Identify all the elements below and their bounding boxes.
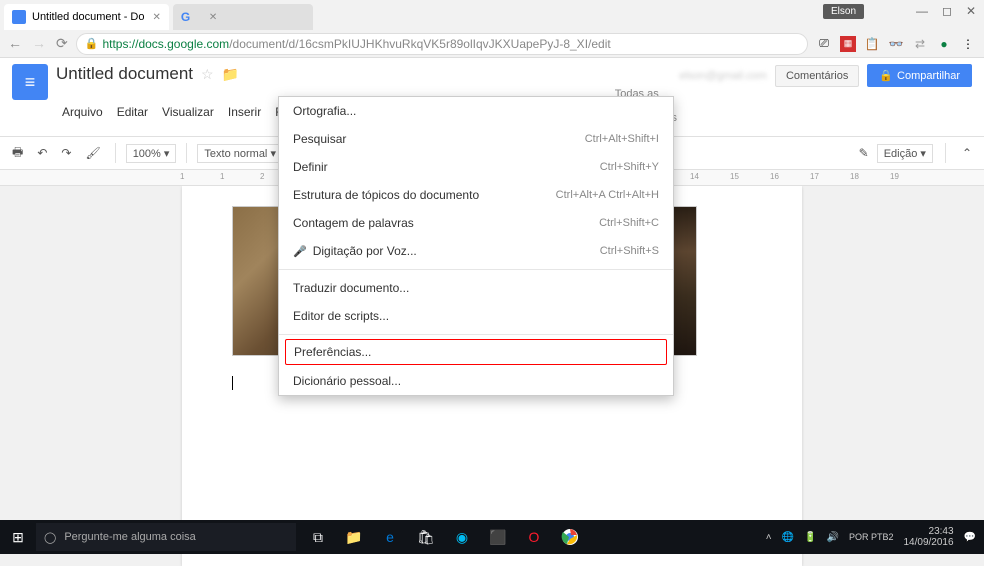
url-protocol: https [102, 37, 128, 51]
url-host: ://docs.google.com [128, 37, 229, 51]
opera-icon[interactable]: O [518, 523, 550, 551]
start-button[interactable]: ⊞ [0, 529, 36, 546]
maximize-icon[interactable]: ◻ [942, 4, 952, 18]
tray-clock[interactable]: 23:43 14/09/2016 [903, 526, 953, 548]
close-window-icon[interactable]: ✕ [966, 4, 976, 18]
star-icon[interactable]: ☆ [201, 66, 214, 83]
tray-chevron-icon[interactable]: ˄ [766, 532, 772, 543]
store-icon[interactable]: 🛍 [410, 523, 442, 551]
extension-icons: ⎚ ▦ 📋 👓 ⇄ ● ⋮ [816, 36, 976, 52]
close-icon[interactable]: ✕ [153, 12, 161, 23]
text-cursor [232, 376, 233, 390]
app-icon[interactable]: ◉ [446, 523, 478, 551]
ext-icon[interactable]: ● [936, 36, 952, 52]
cortana-icon: ◯ [44, 531, 56, 544]
action-center-icon[interactable]: 💬 [964, 532, 976, 543]
tray-lang[interactable]: POR PTB2 [849, 532, 894, 542]
dd-preferencias[interactable]: Preferências... [285, 339, 667, 365]
dropdown-separator [279, 269, 673, 270]
back-icon[interactable]: ← [8, 35, 22, 52]
share-button[interactable]: 🔒 Compartilhar [867, 64, 972, 87]
document-title[interactable]: Untitled document [56, 64, 193, 84]
microphone-icon: 🎤 [293, 245, 307, 258]
user-email: elson@gmail.com [679, 70, 767, 82]
menu-editar[interactable]: Editar [111, 102, 154, 122]
menu-visualizar[interactable]: Visualizar [156, 102, 220, 122]
pencil-icon: ✎ [859, 146, 869, 160]
zoom-select[interactable]: 100% ▾ [126, 144, 177, 163]
undo-icon[interactable]: ↶ [33, 144, 51, 162]
style-select[interactable]: Texto normal ▾ [197, 144, 283, 163]
tray-battery-icon[interactable]: 🔋 [804, 532, 816, 543]
docs-favicon [12, 10, 26, 24]
cast-icon[interactable]: ⎚ [816, 36, 832, 52]
lock-icon: 🔒 [879, 69, 893, 82]
dd-digitacao[interactable]: 🎤Digitação por Voz... Ctrl+Shift+S [279, 237, 673, 265]
ext-icon[interactable]: 👓 [888, 36, 904, 52]
dd-contagem[interactable]: Contagem de palavrasCtrl+Shift+C [279, 209, 673, 237]
reload-icon[interactable]: ⟳ [56, 35, 68, 52]
search-placeholder: Pergunte-me alguma coisa [64, 531, 195, 543]
dd-editor-scripts[interactable]: Editor de scripts... [279, 302, 673, 330]
print-icon[interactable]: 🖶 [8, 141, 27, 166]
tray-network-icon[interactable]: 🌐 [782, 532, 794, 543]
dd-estrutura[interactable]: Estrutura de tópicos do documentoCtrl+Al… [279, 181, 673, 209]
browser-tab-strip: Untitled document - Do ✕ G ✕ Elson — ◻ ✕ [0, 0, 984, 30]
forward-icon[interactable]: → [32, 35, 46, 52]
dd-traduzir[interactable]: Traduzir documento... [279, 274, 673, 302]
dd-ortografia[interactable]: Ortografia... [279, 97, 673, 125]
task-view-icon[interactable]: ⧉ [302, 523, 334, 551]
address-bar: ← → ⟳ 🔒 https ://docs.google.com /docume… [0, 30, 984, 58]
dropdown-separator [279, 334, 673, 335]
dd-definir[interactable]: DefinirCtrl+Shift+Y [279, 153, 673, 181]
edge-icon[interactable]: e [374, 523, 406, 551]
minimize-icon[interactable]: — [916, 4, 928, 18]
google-favicon: G [181, 10, 195, 24]
comments-button[interactable]: Comentários [775, 65, 859, 87]
tab-title: Untitled document - Do [32, 11, 145, 23]
tray-volume-icon[interactable]: 🔊 [827, 532, 839, 543]
menu-inserir[interactable]: Inserir [222, 102, 267, 122]
chrome-profile-badge[interactable]: Elson [823, 4, 864, 19]
docs-logo-icon[interactable]: ≡ [12, 64, 48, 100]
menu-icon[interactable]: ⋮ [960, 36, 976, 52]
window-controls: — ◻ ✕ [916, 4, 976, 18]
explorer-icon[interactable]: 📁 [338, 523, 370, 551]
ferramentas-dropdown: Ortografia... PesquisarCtrl+Alt+Shift+I … [278, 96, 674, 396]
paint-format-icon[interactable]: 🖌 [81, 144, 104, 162]
app-icon[interactable]: ⬛ [482, 523, 514, 551]
chrome-icon[interactable] [554, 523, 586, 551]
shuffle-icon[interactable]: ⇄ [912, 36, 928, 52]
dd-dicionario[interactable]: Dicionário pessoal... [279, 367, 673, 395]
close-icon[interactable]: ✕ [209, 12, 217, 23]
lock-icon: 🔒 [85, 37, 99, 50]
chevron-up-icon[interactable]: ⌃ [958, 144, 976, 162]
menu-arquivo[interactable]: Arquivo [56, 102, 109, 122]
windows-taskbar: ⊞ ◯ Pergunte-me alguma coisa ⧉ 📁 e 🛍 ◉ ⬛… [0, 520, 984, 554]
edit-mode-select[interactable]: Edição ▾ [877, 144, 933, 163]
ext-icon[interactable]: 📋 [864, 36, 880, 52]
url-path: /document/d/16csmPkIUJHKhvuRkqVK5r89olIq… [229, 37, 611, 51]
cortana-search[interactable]: ◯ Pergunte-me alguma coisa [36, 523, 296, 551]
browser-tab-active[interactable]: Untitled document - Do ✕ [4, 4, 169, 30]
ext-icon[interactable]: ▦ [840, 36, 856, 52]
dd-pesquisar[interactable]: PesquisarCtrl+Alt+Shift+I [279, 125, 673, 153]
redo-icon[interactable]: ↷ [57, 144, 75, 162]
url-input[interactable]: 🔒 https ://docs.google.com /document/d/1… [76, 33, 808, 55]
browser-tab-inactive[interactable]: G ✕ [173, 4, 313, 30]
share-label: Compartilhar [897, 70, 960, 82]
folder-icon[interactable]: 📁 [222, 66, 239, 83]
